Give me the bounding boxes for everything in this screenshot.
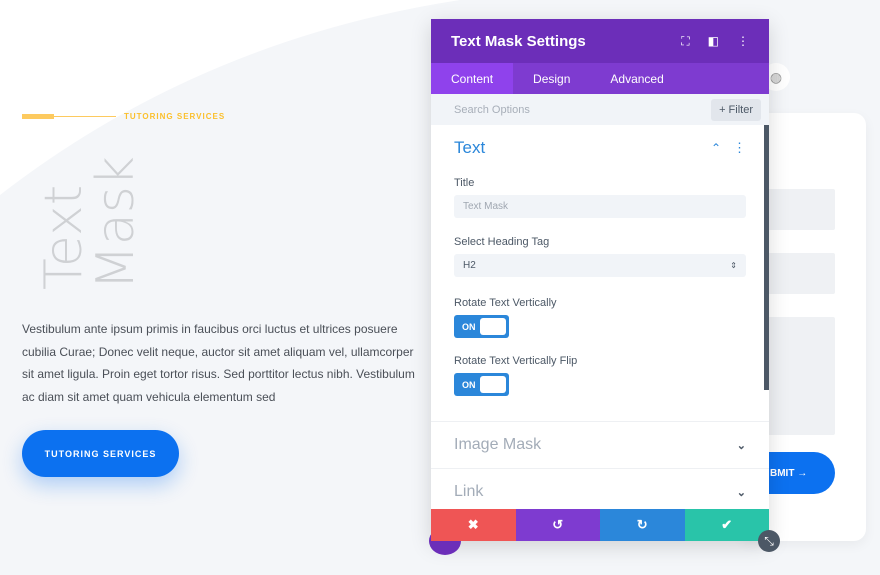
chevron-down-icon: ⌄	[736, 439, 746, 452]
fullscreen-icon[interactable]: ⛶	[681, 34, 689, 49]
toggle-state: ON	[462, 379, 476, 390]
filter-button[interactable]: + Filter	[711, 98, 761, 121]
title-input[interactable]: Text Mask	[454, 195, 746, 218]
heading-tag-value: H2	[463, 260, 476, 271]
settings-modal: Text Mask Settings ⛶ ◧ ⋮ Content Design …	[431, 19, 769, 541]
modal-header: Text Mask Settings ⛶ ◧ ⋮	[431, 19, 769, 63]
scrollbar[interactable]	[764, 125, 769, 390]
text-mask-heading: Text Mask	[34, 150, 146, 290]
tab-advanced[interactable]: Advanced	[590, 63, 683, 94]
select-arrows-icon: ⇕	[730, 261, 737, 270]
resize-icon[interactable]: ⤡	[758, 530, 780, 552]
search-input[interactable]: Search Options	[454, 104, 530, 116]
text-section: Text ⌃ ⋮ Title Text Mask Select Heading Ta…	[431, 125, 769, 396]
tab-content[interactable]: Content	[431, 63, 514, 94]
more-options-icon[interactable]: ⋮	[737, 34, 749, 48]
form-input[interactable]	[760, 253, 835, 294]
close-icon: ✖	[467, 517, 479, 532]
redo-icon: ↻	[636, 517, 648, 532]
undo-button[interactable]: ↺	[515, 509, 600, 541]
modal-title: Text Mask Settings	[451, 32, 586, 50]
flip-toggle[interactable]: ON	[454, 373, 509, 396]
rotate-toggle[interactable]: ON	[454, 315, 509, 338]
chevron-down-icon: ⌄	[736, 486, 746, 499]
undo-icon: ↺	[552, 517, 564, 532]
save-button[interactable]: ✔	[684, 509, 769, 541]
section-title: Link	[454, 483, 484, 500]
image-mask-section[interactable]: Image Mask ⌄	[431, 421, 769, 468]
check-icon: ✔	[721, 517, 733, 532]
tab-design[interactable]: Design	[513, 63, 590, 94]
eyebrow-text: TUTORING SERVICES	[124, 112, 226, 121]
redo-button[interactable]: ↻	[600, 509, 685, 541]
modal-tabs: Content Design Advanced	[431, 63, 769, 94]
heading-tag-label: Select Heading Tag	[454, 236, 550, 248]
rotate-label: Rotate Text Vertically	[454, 297, 557, 309]
mask-line-1: Text	[34, 184, 94, 290]
section-title: Text	[454, 138, 486, 157]
mask-line-2: Mask	[86, 156, 146, 290]
search-bar: Search Options + Filter	[431, 94, 769, 125]
flip-label: Rotate Text Vertically Flip	[454, 355, 578, 367]
title-label: Title	[454, 177, 475, 189]
chevron-up-icon[interactable]: ⌃	[711, 141, 721, 155]
section-menu-icon[interactable]: ⋮	[733, 140, 746, 156]
eyebrow: TUTORING SERVICES	[22, 112, 225, 121]
cancel-button[interactable]: ✖	[431, 509, 516, 541]
tutoring-services-button[interactable]: TUTORING SERVICES	[22, 430, 179, 477]
split-view-icon[interactable]: ◧	[708, 34, 719, 48]
section-title: Image Mask	[454, 436, 542, 453]
modal-footer: ✖ ↺ ↻ ✔	[431, 509, 769, 541]
heading-tag-select[interactable]: H2 ⇕	[454, 254, 746, 277]
link-section[interactable]: Link ⌄	[431, 468, 769, 515]
form-textarea[interactable]	[760, 317, 835, 435]
body-paragraph: Vestibulum ante ipsum primis in faucibus…	[22, 322, 415, 404]
text-section-header[interactable]: Text ⌃ ⋮	[454, 125, 746, 171]
form-input[interactable]	[760, 189, 835, 230]
toggle-state: ON	[462, 321, 476, 332]
